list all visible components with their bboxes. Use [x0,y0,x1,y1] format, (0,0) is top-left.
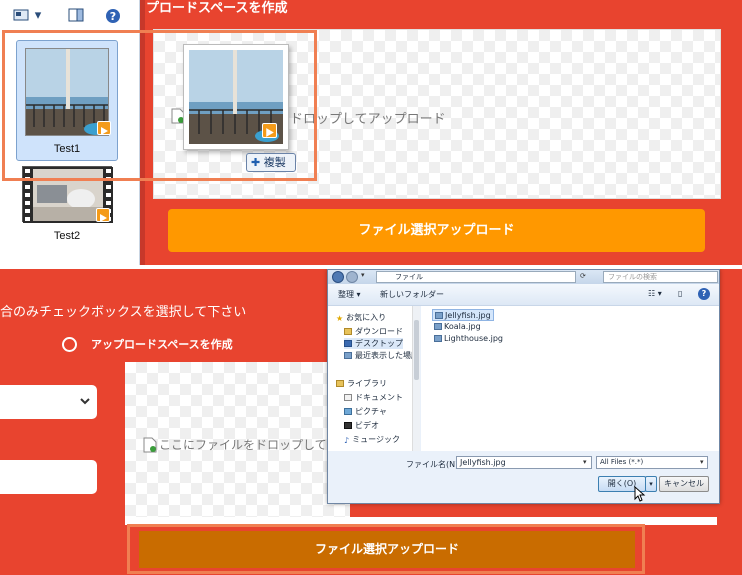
preview-pane-icon[interactable] [67,8,85,24]
mouse-cursor-icon [634,485,646,502]
button-highlight-frame [127,524,645,574]
address-field[interactable]: ファイル [376,271,576,283]
filename-label: ファイル名(N): [406,460,461,469]
thumbnail-label: Test2 [53,230,81,242]
category-select[interactable] [0,385,97,419]
nav-item-pictures[interactable]: ピクチャ [344,406,387,417]
screenshot-root: ▾ ? Test1 Test2 プロードスペースを作成 をドロップしてアップロー… [0,0,742,575]
file-add-icon [143,437,157,453]
bottom-panel: 合のみチェックボックスを選択して下さい アップロードスペースを作成 ここにファイ… [0,269,742,575]
documents-icon [344,394,352,401]
organize-menu[interactable]: 整理 ▾ [338,289,361,300]
nav-item-libraries[interactable]: ライブラリ [336,378,387,389]
file-item-jellyfish[interactable]: Jellyfish.jpg [432,309,494,321]
desktop-icon [344,340,352,347]
nav-item-desktop[interactable]: デスクトップ [344,338,403,349]
file-type-select[interactable]: All Files (*.*) [596,456,708,469]
chevron-down-icon[interactable]: ▾ [361,271,365,279]
cancel-button[interactable]: キャンセル [659,476,709,492]
dropdown-icon[interactable]: ▾ [32,8,44,24]
upload-space-heading: プロードスペースを作成 [146,1,288,16]
recent-places-icon [344,352,352,359]
play-overlay-icon [96,208,110,222]
file-item-koala[interactable]: Koala.jpg [432,321,494,333]
dialog-address-bar: ▾ ファイル ⟳ ファイルの検索 [328,270,719,284]
file-open-dialog: ▾ ファイル ⟳ ファイルの検索 整理 ▾ 新しいフォルダー ☷ ▾ ▯ ? ★… [327,269,720,504]
pictures-icon [344,408,352,415]
top-panel: ▾ ? Test1 Test2 プロードスペースを作成 をドロップしてアップロー… [0,0,742,265]
checkbox-instruction-text: 合のみチェックボックスを選択して下さい [0,305,247,320]
video-icon [344,422,352,429]
view-icon[interactable] [12,8,30,24]
file-item-lighthouse[interactable]: Lighthouse.jpg [432,333,503,345]
nav-scrollbar-thumb[interactable] [414,320,419,380]
forward-icon[interactable] [346,271,358,283]
new-folder-button[interactable]: 新しいフォルダー [380,289,444,300]
upload-space-radio[interactable] [62,337,77,352]
help-icon[interactable]: ? [698,288,710,300]
nav-item-recent-places[interactable]: 最近表示した場所 [344,350,419,361]
nav-item-videos[interactable]: ビデオ [344,420,379,431]
upload-space-radio-label: アップロードスペースを作成 [91,338,233,351]
file-select-upload-button[interactable]: ファイル選択アップロード [168,209,705,252]
dialog-toolbar: 整理 ▾ 新しいフォルダー ☷ ▾ ▯ ? [328,284,719,306]
refresh-icon[interactable]: ⟳ [580,272,586,280]
image-file-icon [434,323,442,330]
nav-item-favorites[interactable]: ★ お気に入り [336,312,386,323]
filename-input[interactable]: Jellyfish.jpg [456,456,592,469]
back-icon[interactable] [332,271,344,283]
nav-item-music[interactable]: ♪ ミュージック [344,434,400,445]
chevron-down-icon [79,393,91,412]
navigation-pane: ★ お気に入り ダウンロード デスクトップ 最近表示した場所 ライブラリ ドキュメ… [328,306,420,451]
drop-zone-text: ここにファイルをドロップしてア [159,438,339,452]
svg-text:?: ? [110,10,116,23]
text-input[interactable] [0,460,97,494]
nav-item-documents[interactable]: ドキュメント [344,392,403,403]
nav-item-downloads[interactable]: ダウンロード [344,326,403,337]
drag-highlight-frame [2,30,317,181]
help-icon[interactable]: ? [104,8,122,24]
chevron-down-icon[interactable]: ▾ [700,458,704,466]
star-icon: ★ [336,314,344,323]
download-folder-icon [344,328,352,335]
search-input[interactable]: ファイルの検索 [603,271,718,283]
chevron-down-icon[interactable]: ▾ [583,458,587,466]
view-options-icon[interactable]: ☷ ▾ [648,289,662,298]
preview-pane-icon[interactable]: ▯ [678,289,682,298]
library-icon [336,380,344,387]
image-file-icon [434,335,442,342]
music-icon: ♪ [344,436,350,445]
image-file-icon [435,312,443,319]
open-options-dropdown[interactable]: ▾ [645,476,657,492]
